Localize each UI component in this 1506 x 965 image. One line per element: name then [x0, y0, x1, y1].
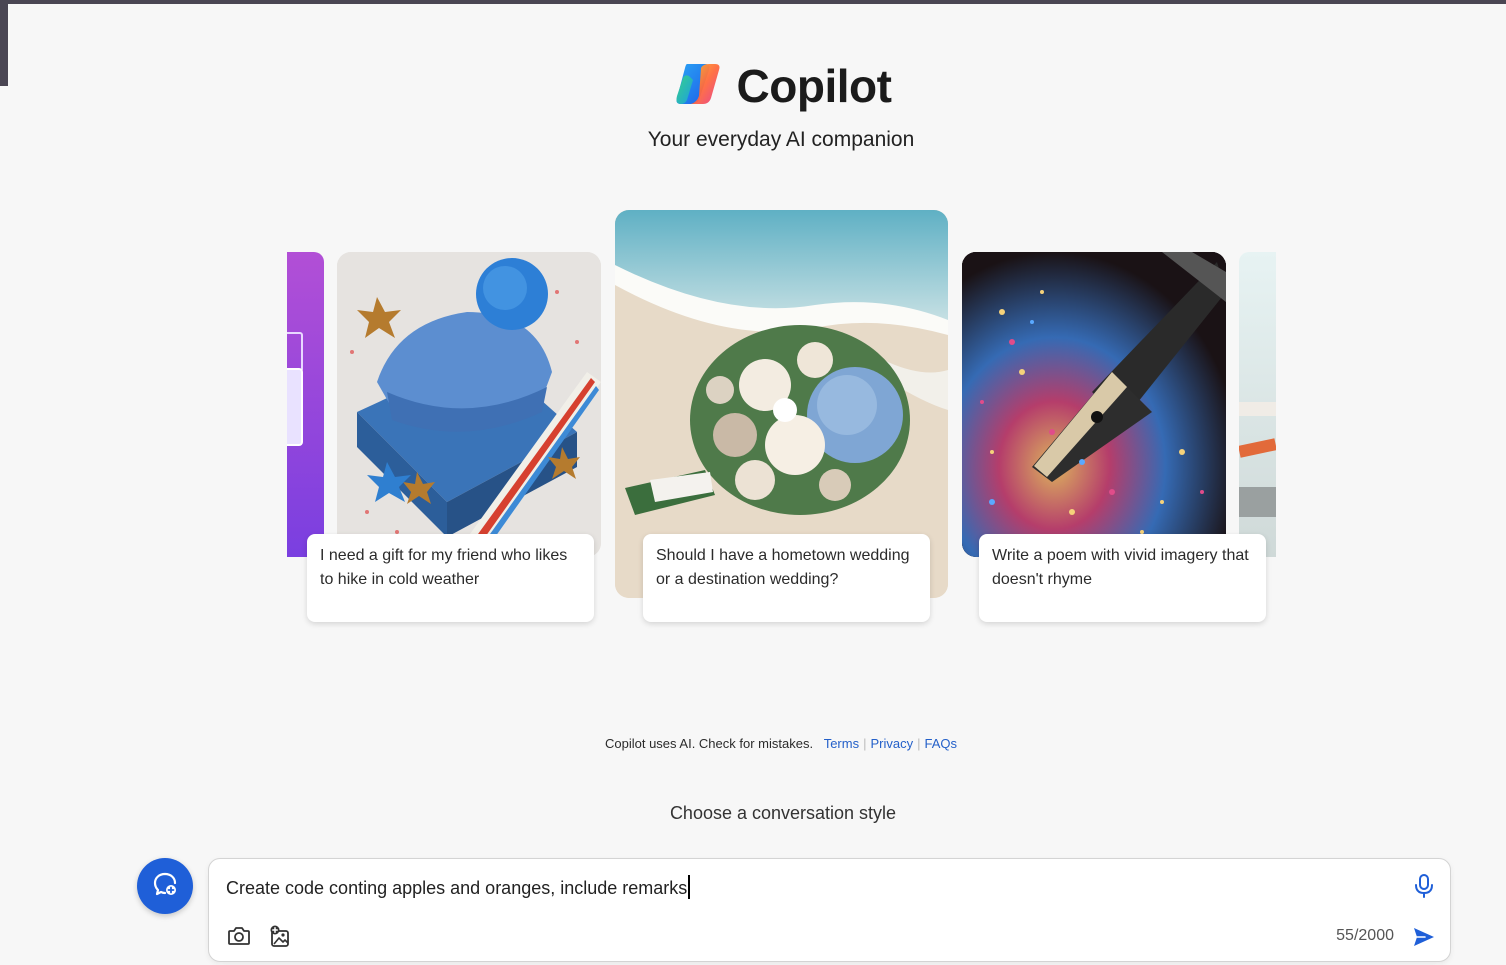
text-caret	[688, 875, 691, 899]
chat-input[interactable]: Create code conting apples and oranges, …	[226, 875, 691, 899]
faqs-link[interactable]: FAQs	[924, 736, 957, 751]
new-topic-icon	[151, 870, 179, 903]
suggestion-carousel: I need a gift for my friend who likes to…	[0, 0, 1506, 640]
suggestion-card-image-gift[interactable]	[337, 252, 601, 557]
conversation-style-label[interactable]: Choose a conversation style	[0, 803, 1506, 824]
ai-disclaimer: Copilot uses AI. Check for mistakes. Ter…	[604, 736, 957, 751]
visual-search-button[interactable]	[227, 925, 251, 952]
suggestion-card-caption-poem[interactable]: Write a poem with vivid imagery that doe…	[979, 534, 1266, 622]
suggestion-card-caption-gift[interactable]: I need a gift for my friend who likes to…	[307, 534, 594, 622]
disclaimer-text: Copilot uses AI. Check for mistakes.	[604, 736, 814, 751]
chat-input-value: Create code conting apples and oranges, …	[226, 878, 688, 898]
character-counter: 55/2000	[1336, 927, 1394, 944]
terms-link[interactable]: Terms	[824, 736, 859, 751]
suggestion-card-caption-wedding[interactable]: Should I have a hometown wedding or a de…	[643, 534, 930, 622]
send-button[interactable]	[1412, 925, 1436, 954]
add-image-button[interactable]	[269, 925, 293, 954]
microphone-button[interactable]	[1414, 873, 1434, 904]
blue-hat-gift-image	[337, 252, 601, 557]
suggestion-card-image-poem[interactable]	[962, 252, 1226, 557]
camera-icon	[228, 927, 250, 945]
send-icon	[1414, 928, 1434, 946]
carousel-partial-card-left[interactable]	[287, 252, 324, 557]
fountain-pen-image	[962, 252, 1226, 557]
carousel-partial-card-right[interactable]	[1239, 252, 1276, 557]
privacy-link[interactable]: Privacy	[870, 736, 913, 751]
microphone-icon	[1415, 874, 1433, 898]
new-topic-button[interactable]	[137, 858, 193, 914]
add-image-icon	[270, 925, 289, 947]
chat-composer: Create code conting apples and oranges, …	[208, 858, 1451, 962]
